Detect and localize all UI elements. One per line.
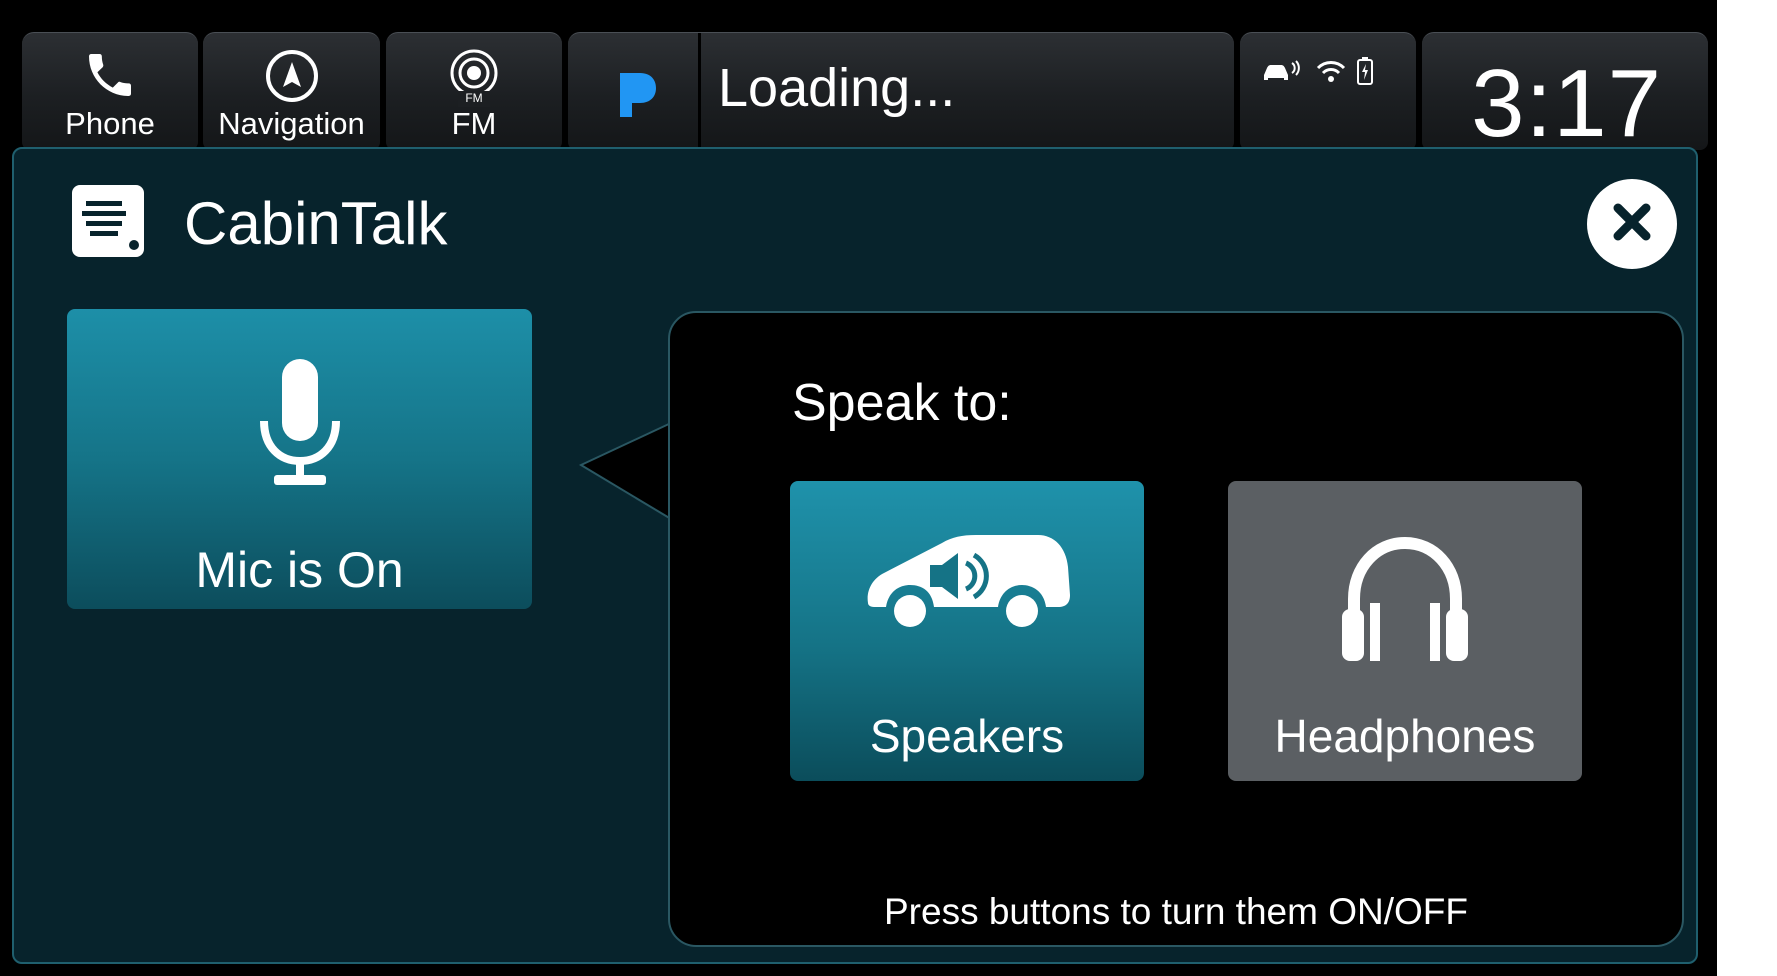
panel-title: CabinTalk	[184, 190, 448, 257]
speakers-button[interactable]: Speakers	[790, 481, 1144, 781]
infotainment-screen: Phone Navigation FM FM Loading... 3:17 C…	[0, 0, 1777, 976]
cabintalk-app-icon	[68, 181, 148, 266]
headphones-label: Headphones	[1274, 710, 1536, 762]
media-title: Loading...	[718, 58, 956, 118]
car-speaker-icon	[862, 533, 1072, 636]
speakers-label: Speakers	[869, 710, 1065, 762]
headphones-button[interactable]: Headphones	[1228, 481, 1582, 781]
navigation-button[interactable]: Navigation	[203, 32, 380, 150]
fm-icon-text: FM	[465, 91, 482, 105]
headphones-icon	[1340, 533, 1470, 668]
car-connection-icon	[1262, 59, 1306, 88]
fm-label: FM	[451, 106, 497, 141]
fm-button[interactable]: FM FM	[386, 32, 562, 150]
media-divider	[698, 33, 701, 150]
status-indicators	[1240, 32, 1416, 150]
bezel-edge	[1717, 0, 1777, 976]
phone-label: Phone	[65, 106, 155, 141]
speak-to-label: Speak to:	[792, 374, 1012, 432]
clock-time: 3:17	[1471, 50, 1662, 157]
mic-status-label: Mic is On	[195, 542, 404, 598]
compass-icon	[263, 47, 321, 110]
mic-toggle-button[interactable]: Mic is On	[67, 309, 532, 609]
microphone-icon	[258, 357, 342, 492]
navigation-label: Navigation	[218, 106, 365, 141]
pandora-icon	[618, 71, 658, 124]
phone-battery-icon	[1356, 57, 1374, 90]
now-playing-bar[interactable]: Loading...	[568, 32, 1234, 150]
wifi-icon	[1316, 59, 1346, 88]
instruction-hint: Press buttons to turn them ON/OFF	[884, 891, 1468, 932]
speech-bubble-tail	[578, 421, 673, 526]
cabintalk-panel: CabinTalk Mic is On Speak to: Speakers H…	[12, 147, 1698, 964]
phone-icon	[82, 47, 138, 108]
close-button[interactable]	[1587, 179, 1677, 269]
radio-broadcast-icon: FM	[444, 47, 504, 112]
clock-display: 3:17	[1422, 32, 1708, 157]
phone-button[interactable]: Phone	[22, 32, 198, 150]
speak-to-bubble: Speak to: Speakers Headphones Press butt…	[668, 311, 1684, 947]
top-bar: Phone Navigation FM FM Loading... 3:17	[10, 14, 1708, 157]
close-icon	[1610, 200, 1654, 249]
